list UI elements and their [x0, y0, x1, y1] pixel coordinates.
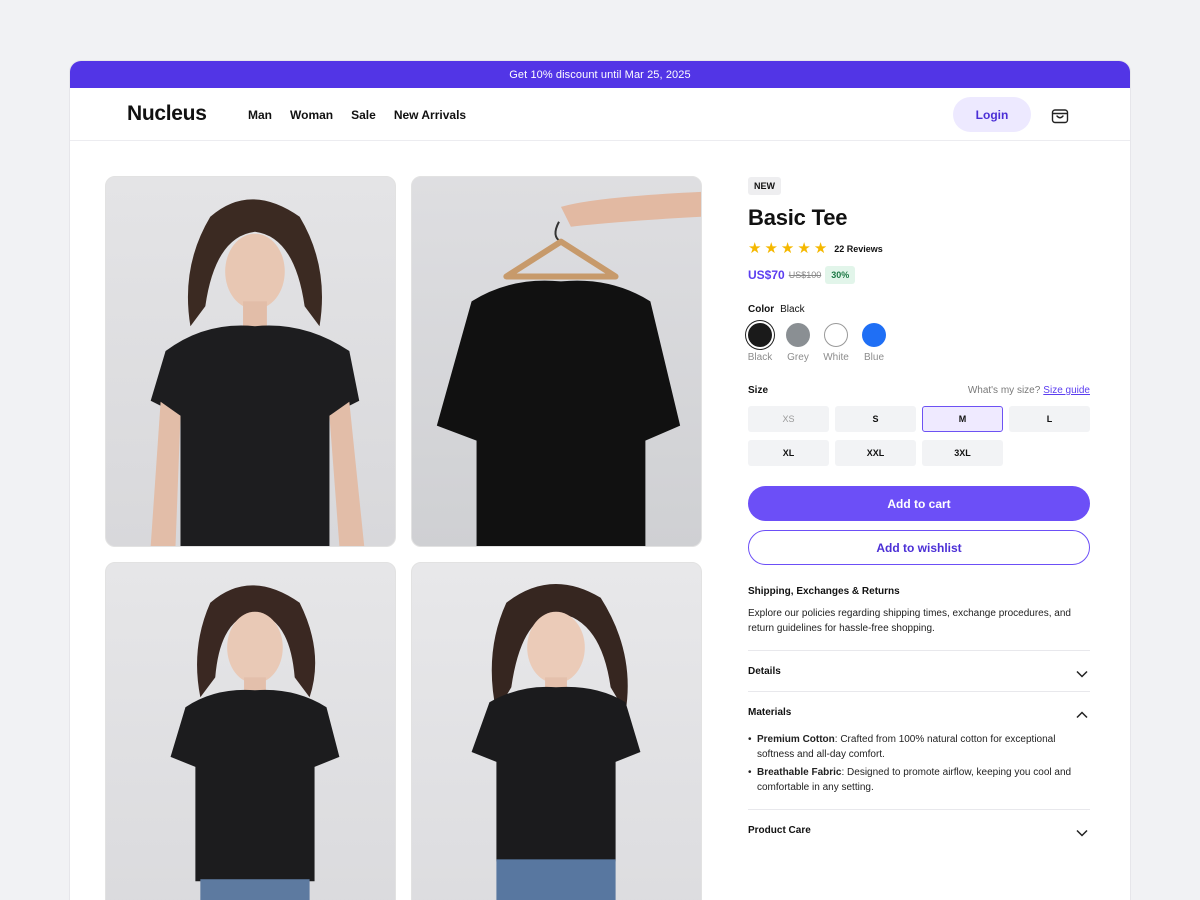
list-item-term: Breathable Fabric	[757, 767, 842, 778]
promo-banner: Get 10% discount until Mar 25, 2025	[70, 61, 1130, 88]
materials-list: Premium Cotton: Crafted from 100% natura…	[748, 732, 1090, 795]
add-to-cart-button[interactable]: Add to cart	[748, 486, 1090, 521]
size-options: XS S M L XL XXL 3XL	[748, 406, 1090, 466]
size-option-s[interactable]: S	[835, 406, 916, 432]
accordion-title: Materials	[748, 707, 792, 718]
price-row: US$70 US$100 30%	[748, 266, 1090, 284]
color-option-black[interactable]: Black	[748, 323, 772, 363]
color-option-white[interactable]: White	[823, 323, 849, 363]
selected-color: Black	[780, 304, 805, 315]
swatch-label: Grey	[787, 352, 809, 363]
size-label: Size	[748, 385, 769, 396]
color-swatches: Black Grey White Blue	[748, 323, 1090, 363]
promo-text: Get 10% discount until Mar 25, 2025	[509, 68, 691, 81]
size-option-xl[interactable]: XL	[748, 440, 829, 466]
discount-badge: 30%	[825, 266, 856, 284]
color-option-blue[interactable]: Blue	[862, 323, 886, 363]
current-price: US$70	[748, 268, 785, 282]
old-price: US$100	[788, 270, 822, 280]
list-item: Breathable Fabric: Designed to promote a…	[748, 765, 1090, 795]
swatch-dot	[862, 323, 886, 347]
product-photo-hanger[interactable]	[411, 176, 702, 547]
size-guide-link[interactable]: Size guide	[1043, 385, 1090, 396]
list-item: Premium Cotton: Crafted from 100% natura…	[748, 732, 1090, 762]
size-option-3xl[interactable]: 3XL	[922, 440, 1003, 466]
star-icon: ★	[780, 240, 795, 257]
login-button[interactable]: Login	[953, 97, 1031, 132]
brand-logo[interactable]: Nucleus	[127, 102, 207, 126]
shopping-bag-icon[interactable]	[1050, 105, 1070, 125]
new-badge: NEW	[748, 177, 781, 195]
nav-link-sale[interactable]: Sale	[351, 108, 376, 122]
color-label-row: Color Black	[748, 304, 1090, 315]
star-icon: ★	[813, 240, 828, 257]
list-item-term: Premium Cotton	[757, 734, 835, 745]
product-photo-front[interactable]	[105, 176, 396, 547]
swatch-label: Blue	[863, 352, 884, 363]
shipping-description: Explore our policies regarding shipping …	[748, 608, 1071, 634]
swatch-dot	[786, 323, 810, 347]
product-photo-model-3[interactable]	[411, 562, 702, 900]
size-help-text: What's my size?	[967, 385, 1041, 396]
accordion-title: Product Care	[748, 825, 811, 836]
chevron-up-icon[interactable]	[1076, 711, 1088, 719]
size-option-xs[interactable]: XS	[748, 406, 829, 432]
star-icon: ★	[764, 240, 778, 257]
top-nav: Nucleus Man Woman Sale New Arrivals Logi…	[70, 88, 1130, 141]
product-title: Basic Tee	[748, 205, 848, 230]
accordion-materials[interactable]: Materials Premium Cotton: Crafted from 1…	[748, 691, 1090, 795]
rating: ★ ★ ★ ★ ★ 22 Reviews	[748, 241, 1090, 256]
accordion-product-care[interactable]: Product Care	[748, 809, 1090, 837]
product-info: NEW Basic Tee ★ ★ ★ ★ ★ 22 Reviews US$70…	[748, 176, 1090, 837]
size-option-xxl[interactable]: XXL	[835, 440, 916, 466]
product-photo-model-2[interactable]	[105, 562, 396, 900]
color-label: Color	[748, 304, 775, 315]
shipping-title: Shipping, Exchanges & Returns	[748, 586, 900, 597]
swatch-label: Black	[747, 352, 773, 363]
star-icon: ★	[797, 240, 811, 257]
nav-link-man[interactable]: Man	[248, 108, 272, 122]
add-to-wishlist-button[interactable]: Add to wishlist	[748, 530, 1090, 565]
size-option-l[interactable]: L	[1009, 406, 1090, 432]
reviews-link[interactable]: 22 Reviews	[834, 244, 883, 254]
size-header: Size What's my size? Size guide	[748, 385, 1090, 396]
star-icon: ★	[748, 240, 762, 257]
page-frame: Get 10% discount until Mar 25, 2025 Nucl…	[69, 60, 1131, 900]
chevron-down-icon[interactable]	[1076, 829, 1088, 837]
swatch-label: White	[823, 352, 849, 363]
chevron-down-icon[interactable]	[1076, 670, 1088, 678]
accordion-title: Details	[748, 666, 781, 677]
swatch-dot	[748, 323, 772, 347]
color-option-grey[interactable]: Grey	[786, 323, 810, 363]
accordion-details[interactable]: Details	[748, 650, 1090, 678]
size-help: What's my size? Size guide	[968, 385, 1090, 396]
size-option-m[interactable]: M	[922, 406, 1003, 432]
nav-link-new-arrivals[interactable]: New Arrivals	[394, 108, 466, 122]
main-menu: Man Woman Sale New Arrivals	[248, 108, 466, 122]
nav-link-woman[interactable]: Woman	[290, 108, 333, 122]
swatch-dot	[824, 323, 848, 347]
